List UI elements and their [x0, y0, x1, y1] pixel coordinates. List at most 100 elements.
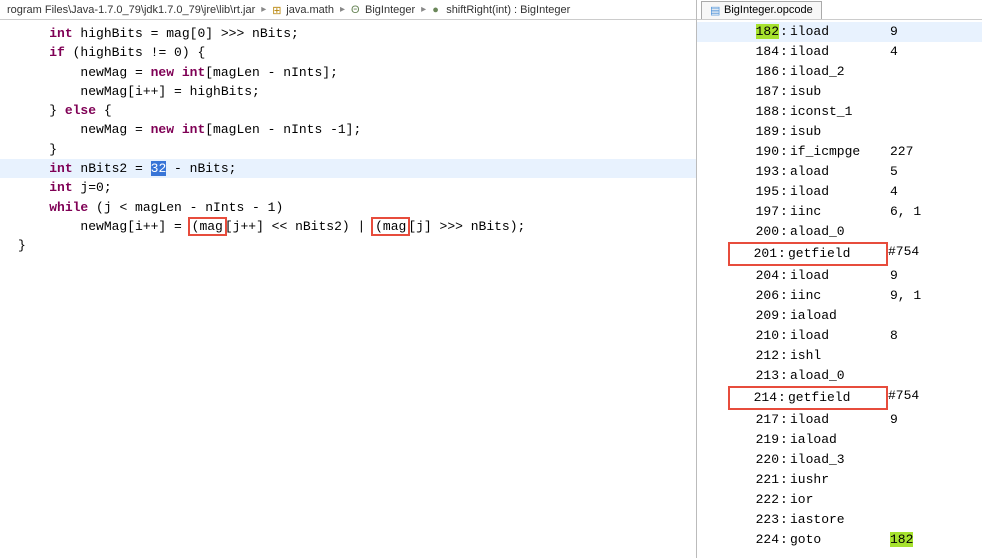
opcode-offset: 223	[732, 510, 780, 530]
opcode-arg	[890, 82, 940, 102]
opcode-listing[interactable]: 182: iload9 184: iload4 186: iload_2 187…	[697, 20, 982, 558]
opcode-offset: 224	[732, 530, 780, 550]
breadcrumb-package[interactable]: java.math	[283, 4, 337, 16]
opcode-row[interactable]: 224: goto182	[697, 530, 982, 550]
breadcrumb-path[interactable]: rogram Files\Java-1.7.0_79\jdk1.7.0_79\j…	[4, 4, 258, 16]
opcode-row[interactable]: 186: iload_2	[697, 62, 982, 82]
class-icon: Θ	[348, 4, 360, 16]
breadcrumb[interactable]: rogram Files\Java-1.7.0_79\jdk1.7.0_79\j…	[0, 0, 696, 20]
opcode-instr: iload	[790, 22, 890, 42]
opcode-arg: 9	[890, 22, 940, 42]
opcode-instr: iinc	[790, 286, 890, 306]
opcode-instr: aload_0	[790, 222, 890, 242]
opcode-offset: 212	[732, 346, 780, 366]
opcode-offset: 201	[728, 242, 778, 266]
selected-text[interactable]: 32	[151, 161, 167, 176]
opcode-arg	[890, 346, 940, 366]
code-editor[interactable]: int highBits = mag[0] >>> nBits; if (hig…	[0, 20, 696, 558]
opcode-arg: 6, 1	[890, 202, 940, 222]
tab-bar: ▤ BigInteger.opcode	[697, 0, 982, 20]
opcode-panel: ▤ BigInteger.opcode 182: iload9 184: ilo…	[697, 0, 982, 558]
opcode-offset: 221	[732, 470, 780, 490]
opcode-offset: 197	[732, 202, 780, 222]
opcode-row[interactable]: 193: aload5	[697, 162, 982, 182]
breadcrumb-class[interactable]: BigInteger	[362, 4, 418, 16]
opcode-arg: 5	[890, 162, 940, 182]
opcode-offset: 189	[732, 122, 780, 142]
opcode-row[interactable]: 214: getfield#754	[697, 386, 982, 410]
opcode-row[interactable]: 187: isub	[697, 82, 982, 102]
tab-label: BigInteger.opcode	[724, 4, 813, 16]
split-container: rogram Files\Java-1.7.0_79\jdk1.7.0_79\j…	[0, 0, 982, 558]
opcode-row[interactable]: 189: isub	[697, 122, 982, 142]
opcode-instr: if_icmpge	[790, 142, 890, 162]
opcode-arg	[890, 470, 940, 490]
opcode-instr: iload	[790, 42, 890, 62]
opcode-arg	[890, 222, 940, 242]
opcode-row[interactable]: 190: if_icmpge227	[697, 142, 982, 162]
opcode-offset: 204	[732, 266, 780, 286]
opcode-arg	[890, 490, 940, 510]
opcode-arg	[890, 450, 940, 470]
opcode-row[interactable]: 188: iconst_1	[697, 102, 982, 122]
opcode-row[interactable]: 195: iload4	[697, 182, 982, 202]
opcode-offset: 206	[732, 286, 780, 306]
highlight-box-mag2: (mag	[371, 217, 410, 236]
file-icon: ▤	[710, 4, 722, 16]
opcode-row[interactable]: 212: ishl	[697, 346, 982, 366]
opcode-arg: 8	[890, 326, 940, 346]
opcode-instr: iaload	[790, 306, 890, 326]
breadcrumb-method[interactable]: shiftRight(int) : BigInteger	[443, 4, 573, 16]
opcode-instr: iinc	[790, 202, 890, 222]
opcode-arg: 4	[890, 42, 940, 62]
opcode-arg: 182	[890, 530, 940, 550]
opcode-arg	[890, 306, 940, 326]
opcode-row[interactable]: 197: iinc6, 1	[697, 202, 982, 222]
opcode-row[interactable]: 219: iaload	[697, 430, 982, 450]
opcode-arg: #754	[888, 242, 938, 266]
opcode-row[interactable]: 204: iload9	[697, 266, 982, 286]
opcode-offset: 219	[732, 430, 780, 450]
opcode-row[interactable]: 201: getfield#754	[697, 242, 982, 266]
opcode-instr: iload_3	[790, 450, 890, 470]
opcode-row[interactable]: 217: iload9	[697, 410, 982, 430]
opcode-row[interactable]: 200: aload_0	[697, 222, 982, 242]
opcode-arg	[890, 510, 940, 530]
tab-opcode[interactable]: ▤ BigInteger.opcode	[701, 1, 822, 19]
opcode-row[interactable]: 206: iinc9, 1	[697, 286, 982, 306]
opcode-row[interactable]: 213: aload_0	[697, 366, 982, 386]
opcode-row[interactable]: 221: iushr	[697, 470, 982, 490]
opcode-row[interactable]: 210: iload8	[697, 326, 982, 346]
opcode-arg: 9	[890, 410, 940, 430]
opcode-arg: 4	[890, 182, 940, 202]
highlighted-line[interactable]: int nBits2 = 32 - nBits;	[0, 159, 696, 178]
opcode-row[interactable]: 209: iaload	[697, 306, 982, 326]
opcode-arg	[890, 122, 940, 142]
opcode-arg	[890, 102, 940, 122]
opcode-offset: 200	[732, 222, 780, 242]
opcode-instr: goto	[790, 530, 890, 550]
opcode-offset: 209	[732, 306, 780, 326]
opcode-instr: iconst_1	[790, 102, 890, 122]
source-panel: rogram Files\Java-1.7.0_79\jdk1.7.0_79\j…	[0, 0, 697, 558]
opcode-instr: isub	[790, 122, 890, 142]
opcode-offset: 193	[732, 162, 780, 182]
opcode-arg: 227	[890, 142, 940, 162]
opcode-row[interactable]: 223: iastore	[697, 510, 982, 530]
opcode-offset: 213	[732, 366, 780, 386]
opcode-instr: aload_0	[790, 366, 890, 386]
opcode-offset: 187	[732, 82, 780, 102]
opcode-instr: iload	[790, 266, 890, 286]
opcode-row[interactable]: 220: iload_3	[697, 450, 982, 470]
highlight-box-mag1: (mag	[188, 217, 227, 236]
opcode-offset: 188	[732, 102, 780, 122]
opcode-instr: ior	[790, 490, 890, 510]
opcode-instr: iload	[790, 326, 890, 346]
opcode-instr: aload	[790, 162, 890, 182]
method-icon: ●	[429, 4, 441, 16]
opcode-row[interactable]: 184: iload4	[697, 42, 982, 62]
opcode-instr: ishl	[790, 346, 890, 366]
opcode-row[interactable]: 182: iload9	[697, 22, 982, 42]
opcode-row[interactable]: 222: ior	[697, 490, 982, 510]
opcode-arg: #754	[888, 386, 938, 410]
